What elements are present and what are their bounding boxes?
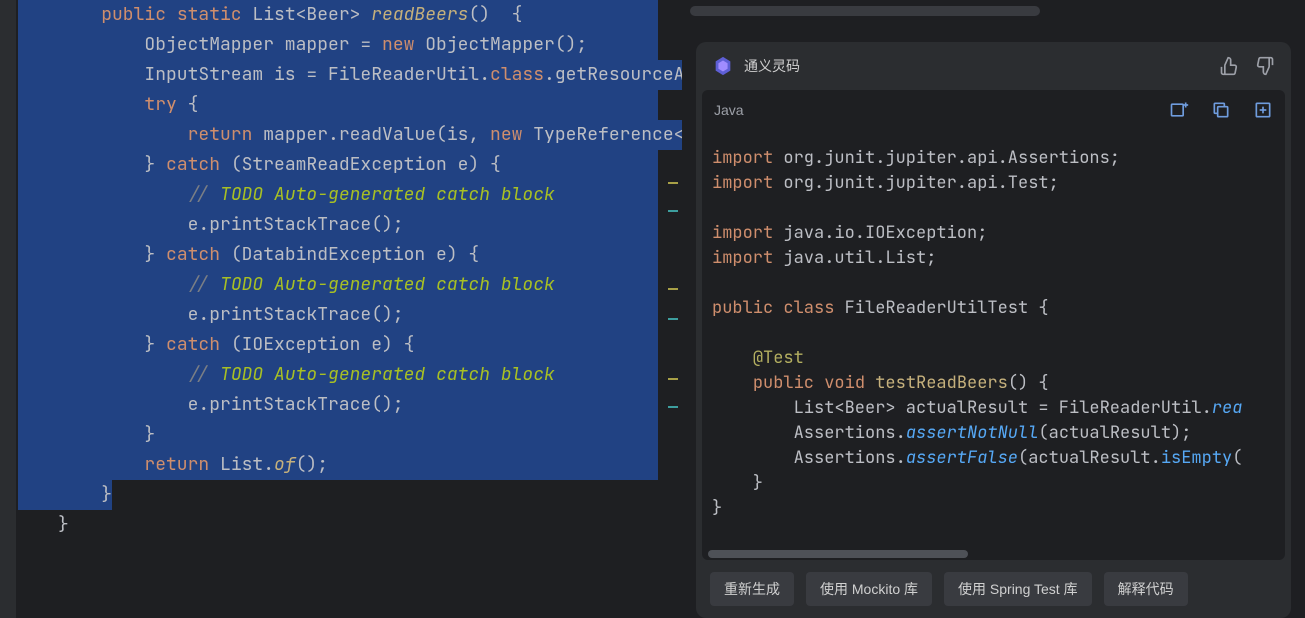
code-line[interactable]: return mapper.readValue(is, new TypeRefe… xyxy=(18,120,682,150)
ai-code-scrollbar[interactable] xyxy=(702,548,1285,560)
ai-code-scrollbar-thumb[interactable] xyxy=(708,550,968,558)
ai-card-title: 通义灵码 xyxy=(744,51,1219,81)
ai-action-button-0[interactable]: 重新生成 xyxy=(710,572,794,606)
code-line[interactable]: } catch (DatabindException e) { xyxy=(18,240,682,270)
code-line[interactable]: try { xyxy=(18,90,682,120)
ai-code-line: import org.junit.jupiter.api.Test; xyxy=(712,171,1275,196)
code-line[interactable]: e.printStackTrace(); xyxy=(18,300,682,330)
thumbs-up-icon[interactable] xyxy=(1219,56,1239,76)
code-line[interactable]: ObjectMapper mapper = new ObjectMapper()… xyxy=(18,30,682,60)
code-language-bar: Java xyxy=(702,90,1285,130)
ai-code-line: import java.io.IOException; xyxy=(712,221,1275,246)
insert-code-icon[interactable] xyxy=(1169,100,1189,120)
code-line[interactable]: // TODO Auto-generated catch block xyxy=(18,180,682,210)
ai-code-line xyxy=(712,271,1275,296)
code-line[interactable]: // TODO Auto-generated catch block xyxy=(18,270,682,300)
code-line[interactable]: } catch (StreamReadException e) { xyxy=(18,150,682,180)
code-line[interactable]: InputStream is = FileReaderUtil.class.ge… xyxy=(18,60,682,90)
code-line[interactable]: } catch (IOException e) { xyxy=(18,330,682,360)
code-editor-pane[interactable]: public static List<Beer> readBeers() { O… xyxy=(0,0,682,618)
ai-code-line xyxy=(712,321,1275,346)
ai-code-line: public void testReadBeers() { xyxy=(712,371,1275,396)
ai-code-line: } xyxy=(712,471,1275,496)
ai-code-line: Assertions.assertNotNull(actualResult); xyxy=(712,421,1275,446)
code-line[interactable]: } xyxy=(18,420,682,450)
ai-code-line: } xyxy=(712,496,1275,521)
ai-code-line: import org.junit.jupiter.api.Assertions; xyxy=(712,146,1275,171)
ai-code-line: List<Beer> actualResult = FileReaderUtil… xyxy=(712,396,1275,421)
ai-action-bar: 重新生成使用 Mockito 库使用 Spring Test 库解释代码 xyxy=(696,560,1291,618)
top-scrollbar-thumb[interactable] xyxy=(690,6,1040,16)
code-line[interactable]: // TODO Auto-generated catch block xyxy=(18,360,682,390)
ai-feedback-icons xyxy=(1219,56,1275,76)
ai-action-button-3[interactable]: 解释代码 xyxy=(1104,572,1188,606)
code-area[interactable]: public static List<Beer> readBeers() { O… xyxy=(0,0,682,540)
ai-response-card: 通义灵码 Java import org.junit.jupiter.api.A… xyxy=(696,42,1291,618)
ai-action-button-2[interactable]: 使用 Spring Test 库 xyxy=(944,572,1092,606)
top-scrollbar-stub xyxy=(682,0,1305,22)
ai-code-line: public class FileReaderUtilTest { xyxy=(712,296,1275,321)
code-line[interactable]: } xyxy=(18,510,682,540)
assistant-pane: 通义灵码 Java import org.junit.jupiter.api.A… xyxy=(682,0,1305,618)
ai-card-header: 通义灵码 xyxy=(696,42,1291,90)
code-line[interactable]: return List.of(); xyxy=(18,450,682,480)
ai-code-block[interactable]: import org.junit.jupiter.api.Assertions;… xyxy=(702,130,1285,548)
code-line[interactable]: public static List<Beer> readBeers() { xyxy=(18,0,682,30)
ai-action-button-1[interactable]: 使用 Mockito 库 xyxy=(806,572,932,606)
ai-code-line: Assertions.assertFalse(actualResult.isEm… xyxy=(712,446,1275,471)
thumbs-down-icon[interactable] xyxy=(1255,56,1275,76)
ai-code-line: @Test xyxy=(712,346,1275,371)
ai-code-line xyxy=(712,196,1275,221)
code-action-icons xyxy=(1169,100,1273,120)
copy-code-icon[interactable] xyxy=(1211,100,1231,120)
code-line[interactable]: e.printStackTrace(); xyxy=(18,390,682,420)
ai-code-line: import java.util.List; xyxy=(712,246,1275,271)
code-line[interactable]: e.printStackTrace(); xyxy=(18,210,682,240)
code-language-label: Java xyxy=(714,95,744,125)
tongyi-logo-icon xyxy=(712,55,734,77)
new-file-icon[interactable] xyxy=(1253,100,1273,120)
code-line[interactable]: } xyxy=(18,480,682,510)
